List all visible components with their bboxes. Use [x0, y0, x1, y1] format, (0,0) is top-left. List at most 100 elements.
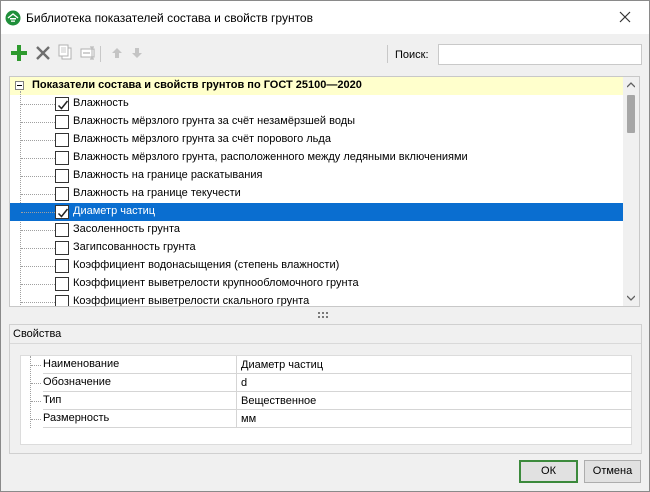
- cross-icon: [36, 46, 50, 60]
- property-name: Наименование: [43, 358, 120, 370]
- tree-item[interactable]: Влажность на границе текучести: [10, 185, 624, 203]
- property-value[interactable]: мм: [241, 413, 256, 425]
- tree-connector: [21, 212, 55, 213]
- close-button[interactable]: [603, 1, 649, 34]
- item-checkbox[interactable]: [55, 151, 69, 165]
- cancel-button[interactable]: Отмена: [584, 460, 641, 483]
- copy-button[interactable]: [56, 43, 76, 63]
- item-checkbox[interactable]: [55, 187, 69, 201]
- tree-connector: [21, 284, 55, 285]
- property-name: Размерность: [43, 412, 110, 424]
- toolbar-separator: [100, 46, 101, 62]
- property-row[interactable]: Тип Вещественное: [21, 392, 632, 410]
- edit-button[interactable]: [79, 43, 99, 63]
- app-icon: [5, 10, 21, 26]
- item-checkbox[interactable]: [55, 115, 69, 129]
- search-input[interactable]: [438, 44, 642, 65]
- property-name: Обозначение: [43, 376, 112, 388]
- item-checkbox[interactable]: [55, 97, 69, 111]
- tree-scrollbar[interactable]: [623, 77, 639, 306]
- tree-item[interactable]: Влажность мёрзлого грунта за счёт незамё…: [10, 113, 624, 131]
- arrow-up-icon: [112, 48, 122, 58]
- item-checkbox[interactable]: [55, 241, 69, 255]
- properties-title: Свойства: [13, 328, 62, 340]
- tree-item-label: Загипсованность грунта: [73, 241, 196, 253]
- property-name: Тип: [43, 394, 62, 406]
- properties-header: Свойства: [10, 325, 641, 344]
- tree-item[interactable]: Влажность мёрзлого грунта за счёт порово…: [10, 131, 624, 149]
- tree-item-label: Диаметр частиц: [73, 205, 156, 217]
- tree-item-label: Коэффициент водонасыщения (степень влажн…: [73, 259, 340, 271]
- tree-connector: [21, 140, 55, 141]
- plus-icon: [11, 45, 27, 61]
- tree-item[interactable]: Диаметр частиц: [10, 203, 624, 221]
- tree-item[interactable]: Коэффициент выветрелости крупнообломочно…: [10, 275, 624, 293]
- arrow-down-icon: [132, 48, 142, 58]
- tree-item-label: Засоленность грунта: [73, 223, 181, 235]
- tree-item[interactable]: Загипсованность грунта: [10, 239, 624, 257]
- tree-connector: [21, 302, 55, 303]
- property-value[interactable]: Диаметр частиц: [241, 359, 323, 371]
- scrollbar-thumb[interactable]: [627, 95, 635, 133]
- checkmark-icon: [57, 100, 69, 110]
- add-button[interactable]: [9, 43, 29, 63]
- tree-connector: [21, 266, 55, 267]
- tree-item-label: Коэффициент выветрелости крупнообломочно…: [73, 277, 359, 289]
- property-value[interactable]: Вещественное: [241, 395, 316, 407]
- tree-item[interactable]: Влажность: [10, 95, 624, 113]
- tree-item-label: Влажность мёрзлого грунта, расположенног…: [73, 151, 468, 163]
- property-row[interactable]: Размерность мм: [21, 410, 632, 428]
- panel-splitter[interactable]: [317, 311, 329, 319]
- tree-item-label: Коэффициент выветрелости скального грунт…: [73, 295, 310, 307]
- tree-item-label: Влажность мёрзлого грунта за счёт порово…: [73, 133, 331, 145]
- item-checkbox[interactable]: [55, 295, 69, 306]
- tree-connector: [21, 194, 55, 195]
- tree-item[interactable]: Коэффициент выветрелости скального грунт…: [10, 293, 624, 307]
- checkmark-icon: [57, 208, 69, 218]
- tree-connector: [21, 158, 55, 159]
- toolbar: Поиск:: [1, 37, 649, 71]
- property-row[interactable]: Обозначение d: [21, 374, 632, 392]
- item-checkbox[interactable]: [55, 223, 69, 237]
- tree-connector: [21, 104, 55, 105]
- tree-root-row[interactable]: Показатели состава и свойств грунтов по …: [10, 77, 624, 95]
- tree-item[interactable]: Засоленность грунта: [10, 221, 624, 239]
- property-value[interactable]: d: [241, 377, 247, 389]
- tree-item-label: Влажность на границе текучести: [73, 187, 241, 199]
- search-label: Поиск:: [395, 49, 429, 61]
- indicator-tree: Показатели состава и свойств грунтов по …: [9, 76, 640, 307]
- tree-connector: [21, 122, 55, 123]
- move-down-button[interactable]: [127, 43, 147, 63]
- item-checkbox[interactable]: [55, 259, 69, 273]
- item-checkbox[interactable]: [55, 205, 69, 219]
- item-checkbox[interactable]: [55, 277, 69, 291]
- move-up-button[interactable]: [107, 43, 127, 63]
- toolbar-separator: [387, 45, 388, 63]
- title-bar: Библиотека показателей состава и свойств…: [1, 1, 649, 34]
- item-checkbox[interactable]: [55, 133, 69, 147]
- properties-panel: Свойства Наименование Диаметр частиц Обо…: [9, 324, 642, 454]
- tree-item[interactable]: Влажность на границе раскатывания: [10, 167, 624, 185]
- scroll-down-icon[interactable]: [627, 294, 635, 302]
- delete-button[interactable]: [33, 43, 53, 63]
- tree-root-label: Показатели состава и свойств грунтов по …: [32, 79, 362, 91]
- item-checkbox[interactable]: [55, 169, 69, 183]
- property-row[interactable]: Наименование Диаметр частиц: [21, 356, 632, 374]
- collapse-toggle[interactable]: [15, 81, 24, 90]
- tree-item-label: Влажность на границе раскатывания: [73, 169, 263, 181]
- close-icon: [619, 11, 631, 23]
- dialog-window: Библиотека показателей состава и свойств…: [0, 0, 650, 492]
- tree-connector: [21, 248, 55, 249]
- tree-item-label: Влажность мёрзлого грунта за счёт незамё…: [73, 115, 356, 127]
- tree-connector: [21, 230, 55, 231]
- scroll-up-icon[interactable]: [627, 81, 635, 89]
- tree-item[interactable]: Влажность мёрзлого грунта, расположенног…: [10, 149, 624, 167]
- edit-icon: [80, 46, 95, 60]
- tree-connector: [21, 176, 55, 177]
- property-grid: Наименование Диаметр частиц Обозначение …: [20, 355, 632, 445]
- ok-button[interactable]: ОК: [519, 460, 578, 483]
- tree-item-label: Влажность: [73, 97, 129, 109]
- window-title: Библиотека показателей состава и свойств…: [26, 11, 313, 25]
- copy-icon: [58, 44, 72, 60]
- tree-item[interactable]: Коэффициент водонасыщения (степень влажн…: [10, 257, 624, 275]
